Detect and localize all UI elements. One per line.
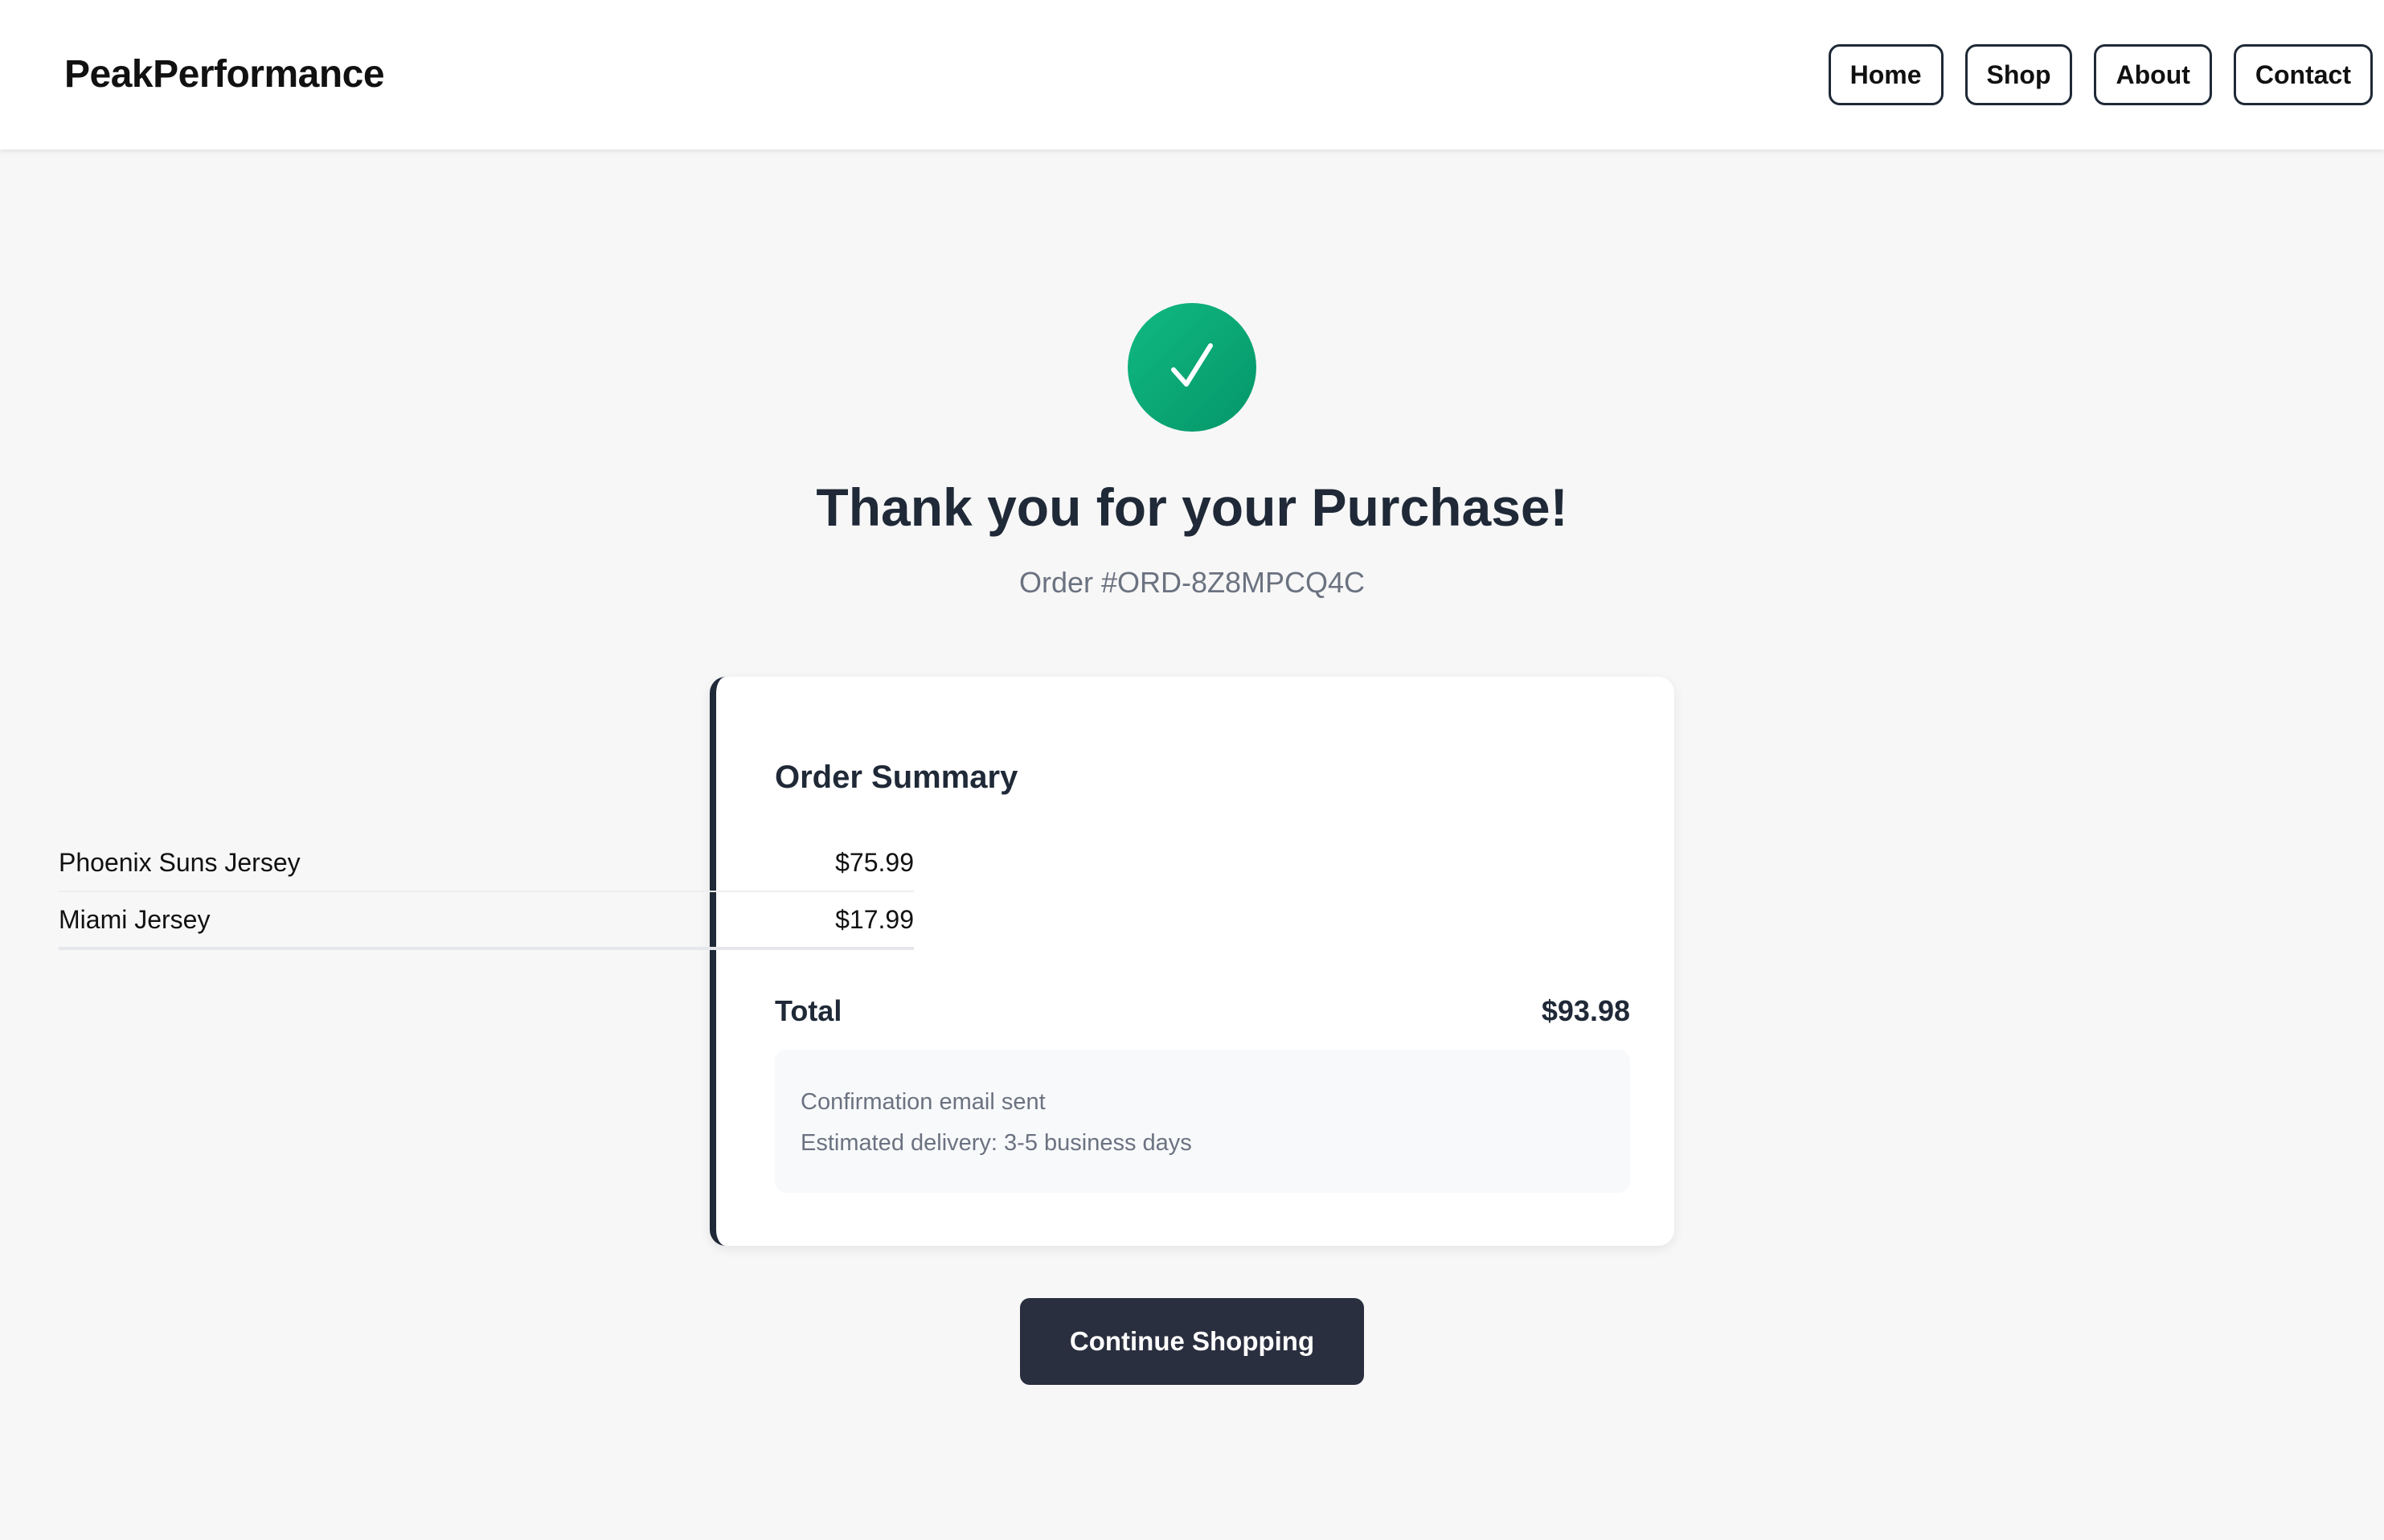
nav-contact-button[interactable]: Contact [2233,44,2373,105]
item-name: Phoenix Suns Jersey [59,847,301,877]
order-summary-title: Order Summary [775,760,1018,795]
item-price: $75.99 [835,847,914,877]
order-summary-card: Order Summary [710,677,1674,1246]
brand-logo[interactable]: PeakPerformance [64,47,385,103]
order-line-item: Miami Jersey $17.99 [59,892,914,950]
page-title: Thank you for your Purchase! [816,477,1568,537]
checkmark-glyph [1171,343,1213,387]
nav-shop-button[interactable]: Shop [1964,44,2073,105]
order-line-item: Phoenix Suns Jersey $75.99 [59,834,914,892]
site-header: PeakPerformance Home Shop About Contact [0,0,2384,149]
checkmark-icon [1128,303,1256,432]
order-number: Order #ORD-8Z8MPCQ4C [1018,566,1366,599]
item-price: $17.99 [835,904,914,934]
item-name: Miami Jersey [59,904,211,934]
nav-home-button[interactable]: Home [1828,44,1944,105]
continue-shopping-button[interactable]: Continue Shopping [1020,1298,1364,1385]
main-nav: Home Shop About Contact [1828,44,2373,105]
nav-about-button[interactable]: About [2094,44,2212,105]
